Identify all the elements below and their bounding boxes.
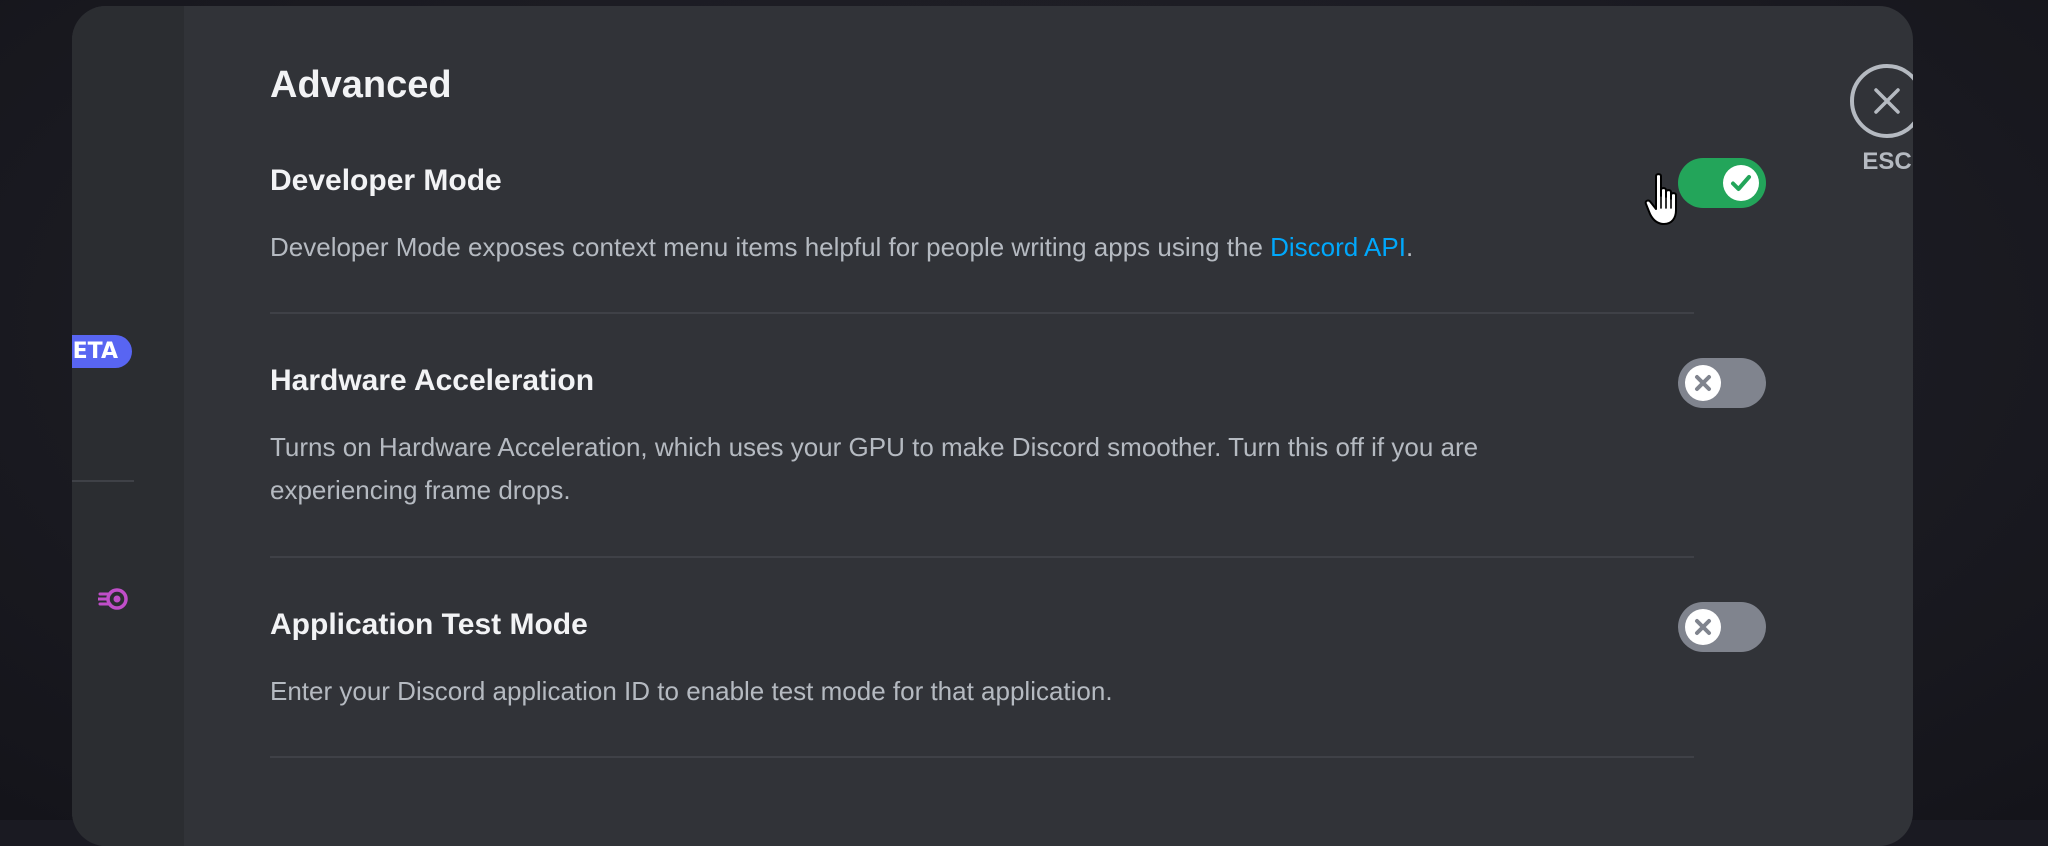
settings-modal: ETA Advanced Developer Mode Developer Mo… bbox=[72, 6, 1913, 846]
toggle-knob bbox=[1723, 165, 1759, 201]
x-icon bbox=[1695, 375, 1711, 391]
description-suffix: . bbox=[1405, 232, 1414, 262]
close-button[interactable] bbox=[1850, 64, 1913, 138]
description-text: Developer Mode exposes context menu item… bbox=[270, 232, 1271, 262]
page-title: Advanced bbox=[270, 64, 452, 106]
setting-description: Developer Mode exposes context menu item… bbox=[270, 226, 1610, 269]
developer-mode-toggle[interactable] bbox=[1678, 158, 1766, 208]
close-icon bbox=[1874, 88, 1900, 114]
setting-divider bbox=[270, 556, 1694, 558]
x-icon bbox=[1695, 619, 1711, 635]
setting-divider bbox=[270, 312, 1694, 314]
beta-badge: ETA bbox=[72, 335, 132, 368]
hardware-acceleration-toggle[interactable] bbox=[1678, 358, 1766, 408]
setting-title: Hardware Acceleration bbox=[270, 364, 595, 397]
settings-sidebar: ETA bbox=[72, 6, 184, 846]
close-area: ESC bbox=[1850, 64, 1913, 176]
hand-cursor-icon bbox=[1644, 173, 1677, 225]
setting-divider bbox=[270, 756, 1694, 758]
sidebar-divider bbox=[72, 480, 134, 482]
discord-api-link[interactable]: Discord API bbox=[1270, 232, 1406, 262]
setting-description: Enter your Discord application ID to ena… bbox=[270, 676, 1113, 706]
check-icon bbox=[1731, 175, 1751, 191]
setting-description: Turns on Hardware Acceleration, which us… bbox=[270, 432, 1479, 505]
setting-title: Application Test Mode bbox=[270, 608, 588, 641]
nitro-icon bbox=[98, 588, 128, 610]
toggle-knob bbox=[1685, 365, 1721, 401]
toggle-knob bbox=[1685, 609, 1721, 645]
setting-title: Developer Mode bbox=[270, 164, 502, 197]
esc-label: ESC bbox=[1862, 148, 1912, 175]
application-test-mode-toggle[interactable] bbox=[1678, 602, 1766, 652]
